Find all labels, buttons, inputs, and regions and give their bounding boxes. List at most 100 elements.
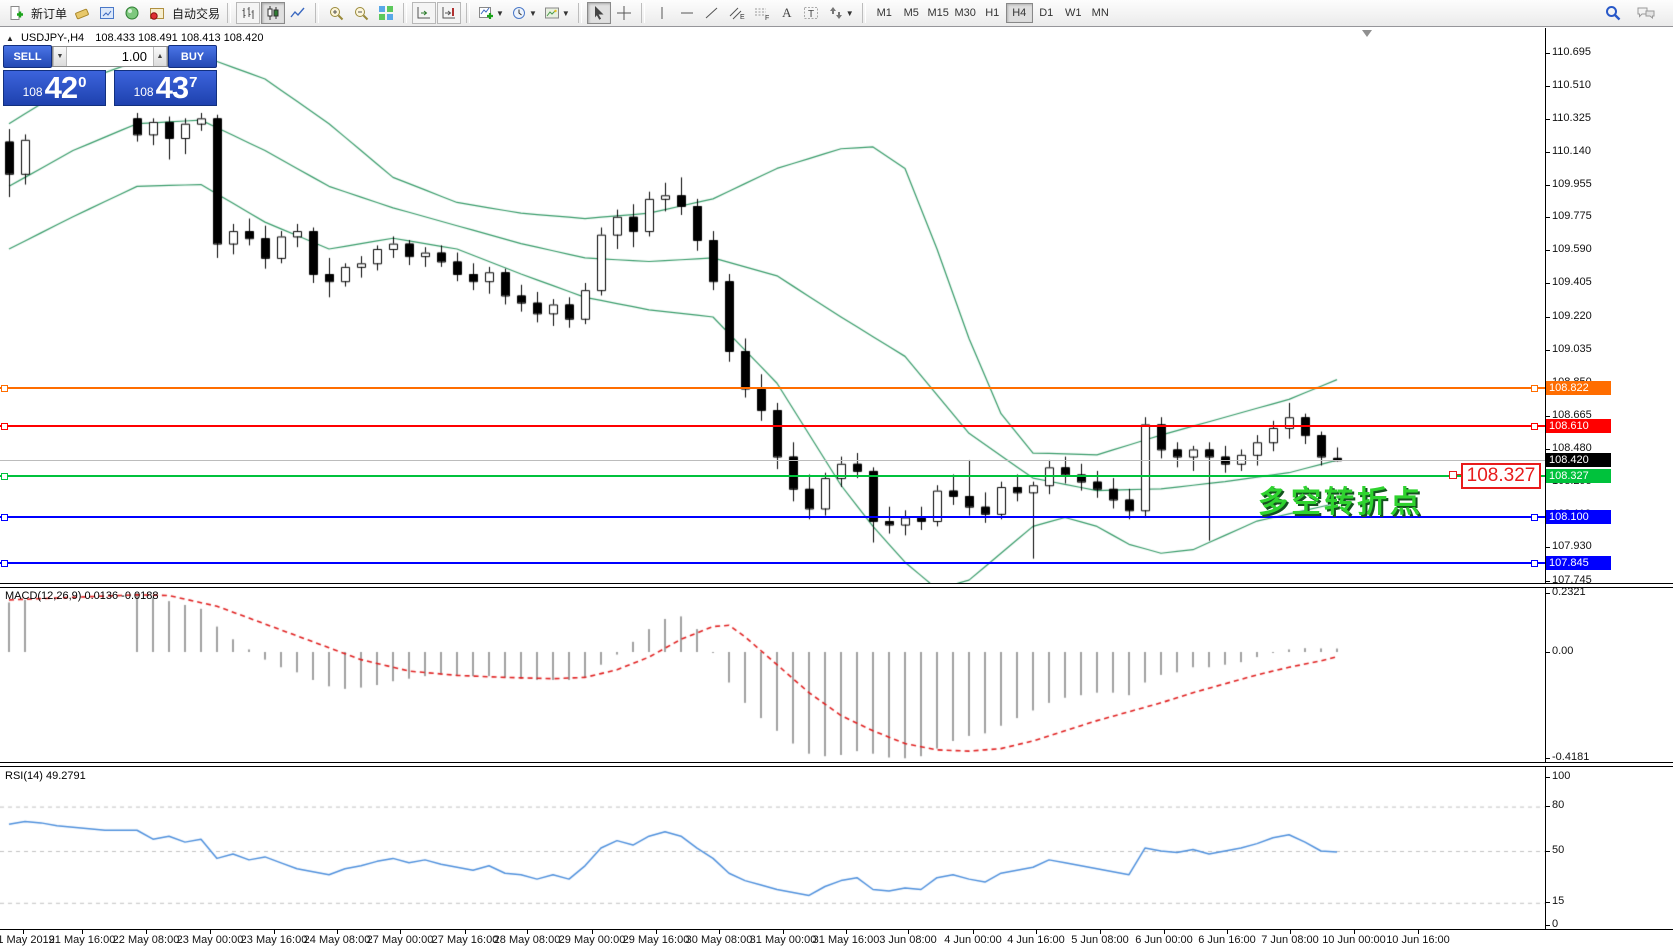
timeframe-M1[interactable]: M1 (871, 3, 898, 23)
macd-tick (1545, 652, 1550, 653)
toolbar-separator (315, 3, 319, 23)
chart-shift-marker[interactable] (1362, 30, 1372, 37)
svg-text:T: T (808, 9, 814, 20)
fibonacci-button[interactable]: F (750, 2, 774, 24)
timeframe-H4[interactable]: H4 (1006, 3, 1033, 23)
hline-handle-right[interactable] (1531, 423, 1538, 430)
collapse-panel-arrow[interactable]: ▲ (6, 34, 14, 43)
rsi-tick (1545, 925, 1550, 926)
one-click-trading-panel: SELL ▼ ▲ BUY 108420 108437 (3, 46, 217, 106)
auto-scroll-button[interactable] (412, 2, 436, 24)
price-label-anchor[interactable] (1449, 471, 1457, 479)
hline-handle-left[interactable] (1, 385, 8, 392)
templates-button[interactable]: ▼ (541, 2, 573, 24)
hline-handle-left[interactable] (1, 423, 8, 430)
horizontal-line-button[interactable] (675, 2, 699, 24)
bar-chart-button[interactable] (236, 2, 260, 24)
autotrading-label[interactable]: 自动交易 (172, 5, 220, 22)
price-tick (1545, 185, 1550, 186)
vertical-line-button[interactable] (650, 2, 674, 24)
price-tick-label: 109.405 (1552, 276, 1592, 288)
sell-price-main: 42 (45, 73, 77, 103)
timeframe-M15[interactable]: M15 (925, 3, 952, 23)
metaeditor-button[interactable] (70, 2, 94, 24)
text-label-button[interactable]: T (800, 2, 824, 24)
resource-orb-button[interactable] (120, 2, 144, 24)
rsi-tick-label: 100 (1552, 770, 1570, 782)
hline-handle-right[interactable] (1531, 385, 1538, 392)
zoom-out-button[interactable] (349, 2, 373, 24)
autotrading-button[interactable] (145, 2, 169, 24)
indicators-button[interactable]: ▼ (475, 2, 507, 24)
search-button[interactable] (1601, 2, 1625, 24)
rsi-tick (1545, 777, 1550, 778)
time-tick-label: 22 May 08:00 (113, 934, 180, 946)
chart-shift-button[interactable] (437, 2, 461, 24)
price-tick (1545, 119, 1550, 120)
timeframe-M5[interactable]: M5 (898, 3, 925, 23)
symbol-period-label: USDJPY-,H4 (21, 32, 84, 44)
equidistant-channel-button[interactable]: E (725, 2, 749, 24)
hline-108.822[interactable] (0, 387, 1545, 389)
time-axis-border (0, 929, 1673, 930)
rsi-tick-label: 15 (1552, 895, 1564, 907)
price-level-label: 107.845 (1546, 556, 1611, 570)
price-tick (1545, 152, 1550, 153)
timeframe-H1[interactable]: H1 (979, 3, 1006, 23)
tile-windows-button[interactable] (374, 2, 398, 24)
hline-handle-right[interactable] (1531, 560, 1538, 567)
timeframe-W1[interactable]: W1 (1060, 3, 1087, 23)
hline-108.610[interactable] (0, 425, 1545, 427)
toolbar-separator (403, 3, 407, 23)
time-tick-label: 4 Jun 00:00 (944, 934, 1002, 946)
hline-handle-left[interactable] (1, 473, 8, 480)
chat-button[interactable] (1633, 2, 1659, 24)
hline-handle-right[interactable] (1531, 514, 1538, 521)
trendline-button[interactable] (700, 2, 724, 24)
new-order-label[interactable]: 新订单 (31, 5, 67, 22)
sell-button[interactable]: SELL (3, 45, 52, 68)
macd-panel-splitter[interactable] (0, 583, 1673, 588)
chart-annotation-text[interactable]: 多空转折点 (1258, 477, 1423, 521)
new-order-button[interactable] (4, 2, 28, 24)
timeframe-M30[interactable]: M30 (952, 3, 979, 23)
hline-107.845[interactable] (0, 562, 1545, 564)
hline-handle-left[interactable] (1, 514, 8, 521)
cursor-button[interactable] (587, 2, 611, 24)
buy-button[interactable]: BUY (168, 45, 217, 68)
volume-increase-button[interactable]: ▲ (153, 47, 167, 66)
timeframe-MN[interactable]: MN (1087, 3, 1114, 23)
line-chart-button[interactable] (286, 2, 310, 24)
price-tick-label: 109.220 (1552, 310, 1592, 322)
time-tick-label: 3 Jun 08:00 (879, 934, 937, 946)
crosshair-button[interactable] (612, 2, 636, 24)
price-level-label: 108.100 (1546, 510, 1611, 524)
chart-window-button[interactable] (95, 2, 119, 24)
chevron-down-icon: ▼ (529, 9, 537, 18)
hline-handle-left[interactable] (1, 560, 8, 567)
toolbar-separator (578, 3, 582, 23)
buy-price-figure: 108 (134, 81, 154, 103)
toolbar-separator (862, 3, 866, 23)
sell-price-box[interactable]: 108420 (3, 70, 106, 106)
rsi-canvas[interactable] (0, 767, 1546, 929)
toolbar-separator (641, 3, 645, 23)
periods-button[interactable]: ▼ (508, 2, 540, 24)
volume-input[interactable] (67, 47, 153, 66)
time-tick-label: 21 May 2019 (0, 934, 55, 946)
arrows-button[interactable]: ▼ (825, 2, 857, 24)
volume-decrease-button[interactable]: ▼ (53, 47, 67, 66)
candlestick-chart-button[interactable] (261, 2, 285, 24)
buy-price-main: 43 (156, 73, 188, 103)
price-tick-label: 109.775 (1552, 210, 1592, 222)
buy-price-box[interactable]: 108437 (114, 70, 217, 106)
timeframe-D1[interactable]: D1 (1033, 3, 1060, 23)
price-level-label: 108.610 (1546, 419, 1611, 433)
macd-canvas[interactable] (0, 588, 1546, 762)
text-button[interactable]: A (775, 2, 799, 24)
rsi-panel-splitter[interactable] (0, 762, 1673, 767)
price-tick-label: 109.955 (1552, 178, 1592, 190)
price-label-object[interactable]: 108.327 (1461, 463, 1541, 489)
zoom-in-button[interactable] (324, 2, 348, 24)
time-tick-label: 4 Jun 16:00 (1007, 934, 1065, 946)
